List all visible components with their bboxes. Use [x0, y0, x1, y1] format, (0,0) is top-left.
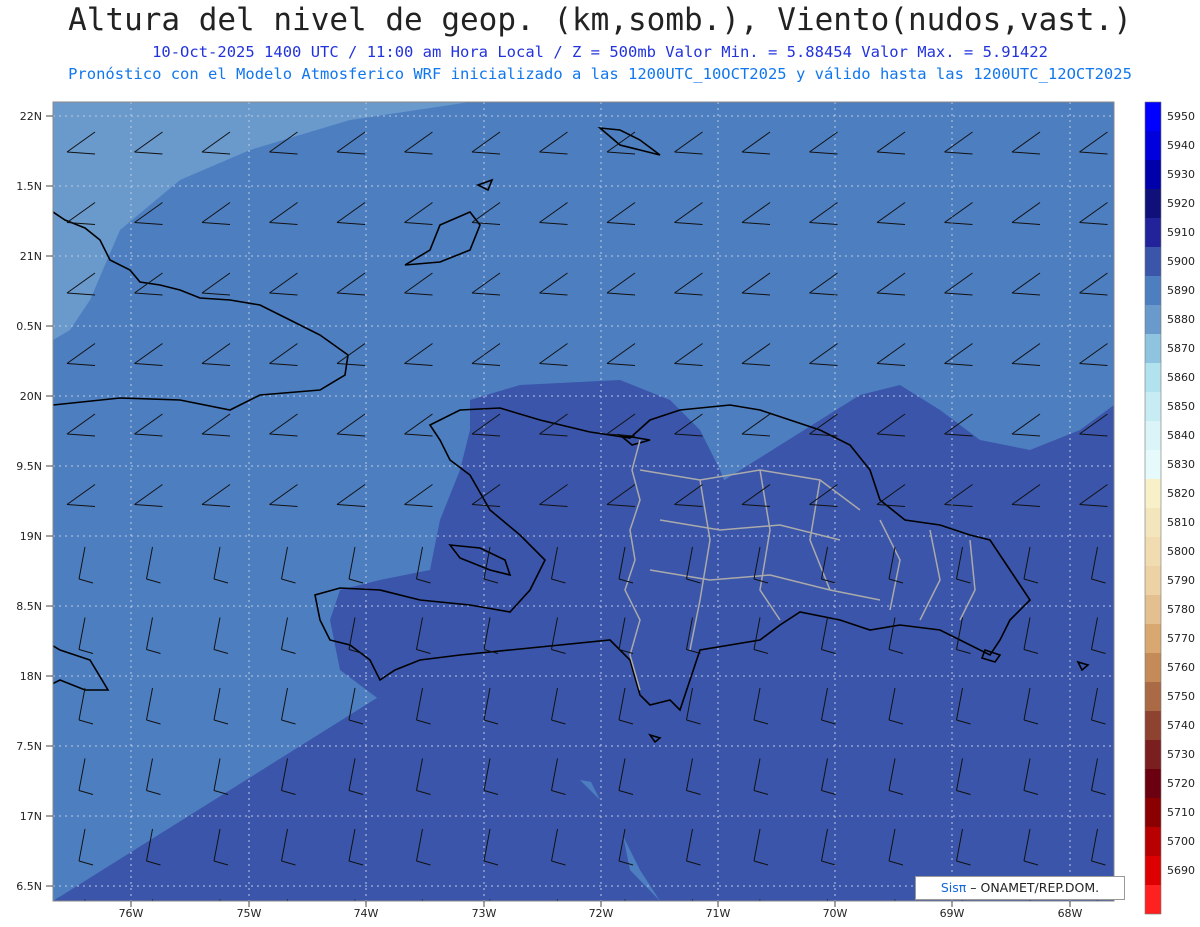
colorbar-swatch — [1145, 740, 1161, 769]
wind-barb — [556, 899, 558, 901]
colorbar-label: 5770 — [1167, 632, 1195, 645]
wind-barb — [286, 899, 288, 901]
lon-label: 70W — [823, 907, 848, 920]
wind-barb — [624, 899, 626, 901]
lon-label: 74W — [354, 907, 379, 920]
colorbar-swatch — [1145, 247, 1161, 276]
colorbar-swatch — [1145, 160, 1161, 189]
credit-brand: Sisπ — [940, 880, 967, 895]
credit-box: Sisπ – ONAMET/REP.DOM. — [915, 876, 1125, 900]
lon-label: 68W — [1058, 907, 1083, 920]
colorbar-swatch — [1145, 798, 1161, 827]
colorbar-label: 5790 — [1167, 574, 1195, 587]
colorbar-swatch — [1145, 363, 1161, 392]
lat-label: 9.5N — [16, 460, 42, 473]
lat-label: 0.5N — [16, 320, 42, 333]
colorbar-label: 5750 — [1167, 690, 1195, 703]
colorbar-swatch — [1145, 102, 1161, 131]
lat-label: 1.5N — [16, 180, 42, 193]
colorbar-label: 5820 — [1167, 487, 1195, 500]
wind-barb — [1029, 899, 1031, 901]
wind-barb — [894, 899, 896, 901]
colorbar-label: 5800 — [1167, 545, 1195, 558]
colorbar-label: 5760 — [1167, 661, 1195, 674]
wind-barb — [691, 899, 693, 901]
colorbar-label: 5700 — [1167, 835, 1195, 848]
colorbar-swatch — [1145, 653, 1161, 682]
lat-label: 6.5N — [16, 880, 42, 893]
lat-label: 21N — [20, 250, 42, 263]
lon-label: 71W — [706, 907, 731, 920]
colorbar-swatch — [1145, 392, 1161, 421]
map-canvas: 22N 1.5N 21N 0.5N 20N 9.5N 19N 8.5N 18N 7.5N 17N 6.… — [16, 101, 1195, 920]
colorbar-swatch — [1145, 276, 1161, 305]
colorbar-swatch — [1145, 131, 1161, 160]
colorbar-swatch — [1145, 334, 1161, 363]
colorbar-swatch — [1145, 711, 1161, 740]
colorbar-swatch — [1145, 305, 1161, 334]
colorbar-swatch — [1145, 450, 1161, 479]
wind-barb — [1096, 899, 1098, 901]
colorbar-label: 5910 — [1167, 226, 1195, 239]
colorbar-label: 5920 — [1167, 197, 1195, 210]
colorbar: 5950 5940 5930 5920 5910 5900 5890 5880 5870 5860… — [1144, 101, 1195, 915]
colorbar-swatch — [1145, 595, 1161, 624]
colorbar-label: 5860 — [1167, 371, 1195, 384]
lat-label: 22N — [20, 110, 42, 123]
colorbar-label: 5720 — [1167, 777, 1195, 790]
longitude-labels: 76W 75W 74W 73W 72W 71W 70W 69W 68W — [119, 901, 1083, 920]
colorbar-label: 5740 — [1167, 719, 1195, 732]
credit-text: – ONAMET/REP.DOM. — [966, 880, 1100, 895]
colorbar-swatch — [1145, 769, 1161, 798]
colorbar-label: 5890 — [1167, 284, 1195, 297]
wind-barb — [151, 899, 153, 901]
lat-label: 17N — [20, 810, 42, 823]
wind-barb — [759, 899, 761, 901]
colorbar-swatch — [1145, 421, 1161, 450]
colorbar-swatch — [1145, 566, 1161, 595]
lon-label: 73W — [472, 907, 497, 920]
colorbar-label: 5940 — [1167, 139, 1195, 152]
lat-label: 7.5N — [16, 740, 42, 753]
geopotential-field — [53, 102, 1114, 901]
colorbar-label: 5710 — [1167, 806, 1195, 819]
colorbar-swatch — [1145, 624, 1161, 653]
lat-label: 18N — [20, 670, 42, 683]
wind-barb — [84, 899, 86, 901]
lon-label: 76W — [119, 907, 144, 920]
lat-label: 19N — [20, 530, 42, 543]
lon-label: 69W — [940, 907, 965, 920]
colorbar-swatch — [1145, 479, 1161, 508]
colorbar-label: 5810 — [1167, 516, 1195, 529]
colorbar-label: 5780 — [1167, 603, 1195, 616]
colorbar-swatch — [1145, 508, 1161, 537]
colorbar-label: 5840 — [1167, 429, 1195, 442]
colorbar-label: 5730 — [1167, 748, 1195, 761]
colorbar-label: 5690 — [1167, 864, 1195, 877]
latitude-labels: 22N 1.5N 21N 0.5N 20N 9.5N 19N 8.5N 18N 7.5N 17N 6.… — [16, 110, 53, 893]
lon-label: 72W — [589, 907, 614, 920]
lon-label: 75W — [237, 907, 262, 920]
colorbar-label: 5850 — [1167, 400, 1195, 413]
colorbar-label: 5870 — [1167, 342, 1195, 355]
colorbar-swatch — [1145, 682, 1161, 711]
wind-barb — [421, 899, 423, 901]
lat-label: 20N — [20, 390, 42, 403]
colorbar-label: 5900 — [1167, 255, 1195, 268]
colorbar-label: 5930 — [1167, 168, 1195, 181]
colorbar-swatch — [1145, 537, 1161, 566]
colorbar-label: 5830 — [1167, 458, 1195, 471]
colorbar-label: 5950 — [1167, 110, 1195, 123]
colorbar-swatch — [1145, 827, 1161, 856]
colorbar-swatch — [1145, 189, 1161, 218]
colorbar-swatch — [1145, 856, 1161, 885]
colorbar-swatch — [1145, 885, 1161, 914]
colorbar-label: 5880 — [1167, 313, 1195, 326]
lat-label: 8.5N — [16, 600, 42, 613]
wind-barb — [219, 899, 221, 901]
colorbar-swatch — [1145, 218, 1161, 247]
